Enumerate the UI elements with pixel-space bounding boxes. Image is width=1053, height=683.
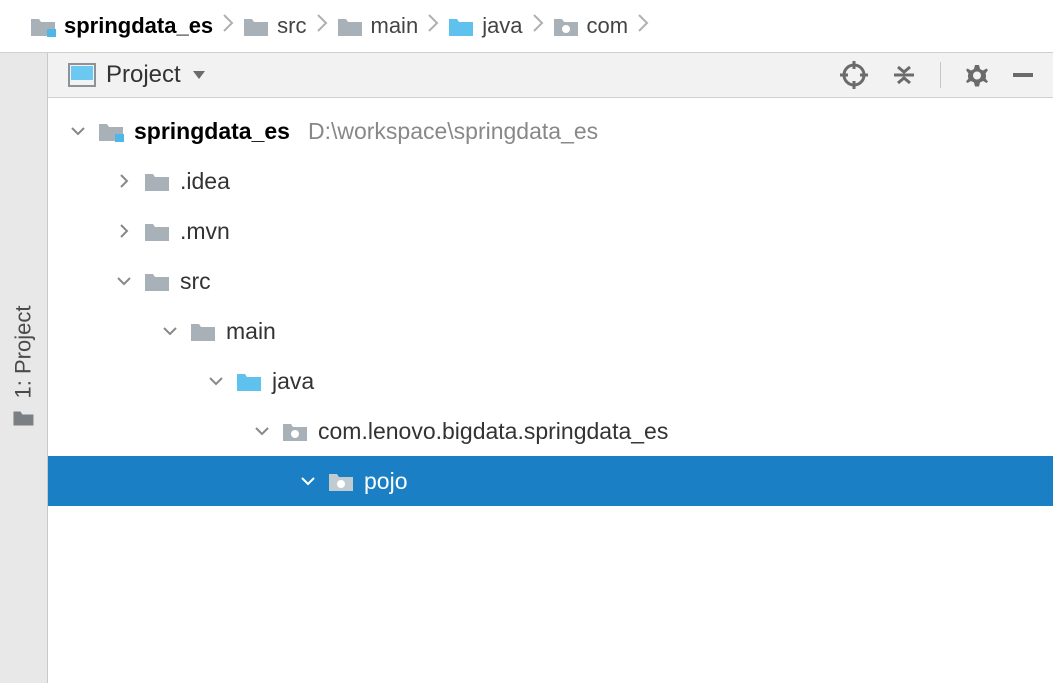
chevron-down-icon[interactable] bbox=[206, 373, 226, 389]
sidebar-tab-project[interactable]: 1: Project bbox=[0, 53, 48, 683]
module-folder-icon bbox=[98, 120, 124, 142]
tree-node-path: D:\workspace\springdata_es bbox=[308, 118, 598, 145]
tree-node-main[interactable]: main bbox=[48, 306, 1053, 356]
tree-node-root[interactable]: springdata_es D:\workspace\springdata_es bbox=[48, 106, 1053, 156]
tree-node-package[interactable]: com.lenovo.bigdata.springdata_es bbox=[48, 406, 1053, 456]
tree-node-label: .mvn bbox=[180, 218, 230, 245]
chevron-right-icon bbox=[221, 12, 235, 40]
package-icon bbox=[282, 420, 308, 442]
locate-icon[interactable] bbox=[840, 61, 868, 89]
breadcrumb-item-src[interactable]: src bbox=[243, 13, 306, 39]
collapse-all-icon[interactable] bbox=[890, 61, 918, 89]
sidebar-tab-label: 1: Project bbox=[11, 306, 37, 399]
folder-icon bbox=[243, 15, 269, 37]
breadcrumb-label: src bbox=[277, 13, 306, 39]
hide-icon[interactable] bbox=[1013, 71, 1033, 79]
gear-icon[interactable] bbox=[963, 61, 991, 89]
chevron-right-icon bbox=[531, 12, 545, 40]
project-view-icon bbox=[68, 63, 96, 87]
breadcrumb: springdata_es src main java com bbox=[0, 0, 1053, 53]
chevron-down-icon[interactable] bbox=[298, 473, 318, 489]
tree-node-label: pojo bbox=[364, 468, 407, 495]
chevron-right-icon bbox=[426, 12, 440, 40]
folder-icon bbox=[337, 15, 363, 37]
folder-tab-icon bbox=[13, 406, 35, 432]
breadcrumb-item-com[interactable]: com bbox=[553, 13, 629, 39]
source-folder-icon bbox=[236, 370, 262, 392]
tree-node-idea[interactable]: .idea bbox=[48, 156, 1053, 206]
tree-node-label: com.lenovo.bigdata.springdata_es bbox=[318, 418, 668, 445]
breadcrumb-label: java bbox=[482, 13, 522, 39]
tree-node-label: java bbox=[272, 368, 314, 395]
breadcrumb-label: com bbox=[587, 13, 629, 39]
separator bbox=[940, 62, 941, 88]
breadcrumb-item-main[interactable]: main bbox=[337, 13, 419, 39]
chevron-right-icon[interactable] bbox=[114, 223, 134, 239]
chevron-down-icon[interactable] bbox=[252, 423, 272, 439]
breadcrumb-item-java[interactable]: java bbox=[448, 13, 522, 39]
folder-icon bbox=[144, 220, 170, 242]
chevron-right-icon[interactable] bbox=[114, 173, 134, 189]
folder-icon bbox=[144, 170, 170, 192]
package-icon bbox=[553, 15, 579, 37]
chevron-right-icon bbox=[315, 12, 329, 40]
tool-window-header: Project bbox=[48, 53, 1053, 98]
tree-node-label: springdata_es bbox=[134, 118, 290, 145]
tree-node-mvn[interactable]: .mvn bbox=[48, 206, 1053, 256]
chevron-right-icon bbox=[636, 12, 650, 40]
dropdown-icon[interactable] bbox=[193, 71, 205, 79]
source-folder-icon bbox=[448, 15, 474, 37]
chevron-down-icon[interactable] bbox=[68, 123, 88, 139]
module-folder-icon bbox=[30, 15, 56, 37]
tree-node-label: .idea bbox=[180, 168, 230, 195]
tree-node-label: main bbox=[226, 318, 276, 345]
tree-node-pojo[interactable]: pojo bbox=[48, 456, 1053, 506]
package-icon bbox=[328, 470, 354, 492]
folder-icon bbox=[190, 320, 216, 342]
chevron-down-icon[interactable] bbox=[114, 273, 134, 289]
project-tree: springdata_es D:\workspace\springdata_es… bbox=[48, 98, 1053, 506]
tree-node-label: src bbox=[180, 268, 211, 295]
chevron-down-icon[interactable] bbox=[160, 323, 180, 339]
folder-icon bbox=[144, 270, 170, 292]
breadcrumb-label: main bbox=[371, 13, 419, 39]
tree-node-java[interactable]: java bbox=[48, 356, 1053, 406]
tool-window-title[interactable]: Project bbox=[106, 61, 181, 89]
breadcrumb-label: springdata_es bbox=[64, 13, 213, 39]
tree-node-src[interactable]: src bbox=[48, 256, 1053, 306]
breadcrumb-item-root[interactable]: springdata_es bbox=[30, 13, 213, 39]
